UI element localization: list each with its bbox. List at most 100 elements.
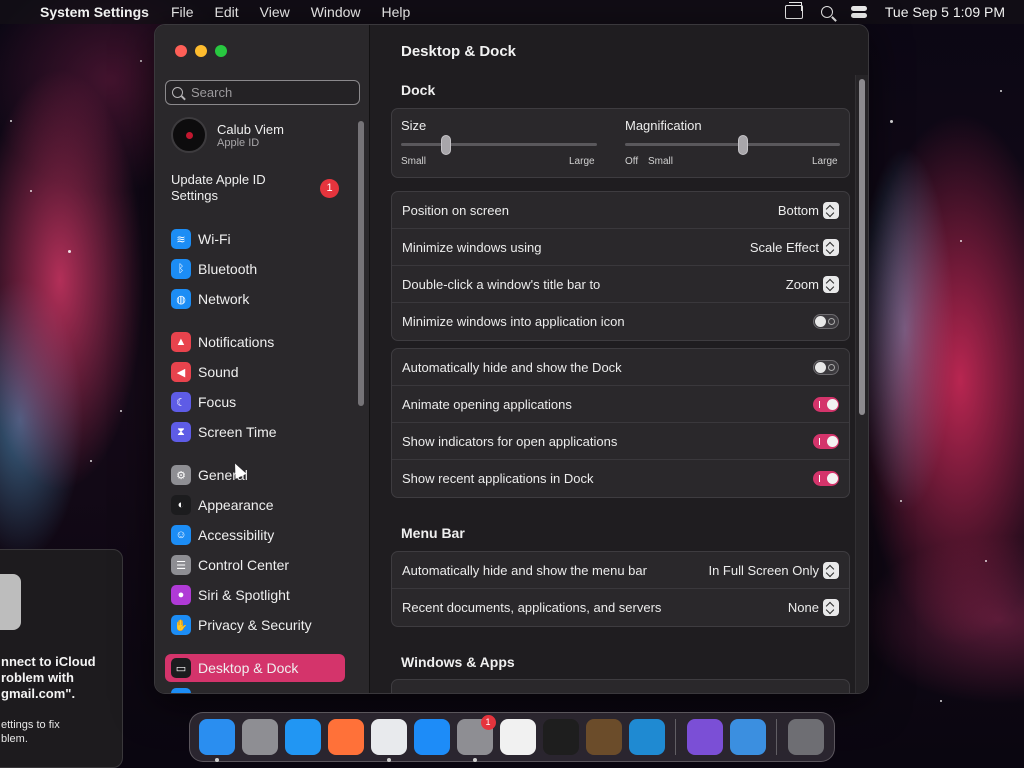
autohide-dock-row: Automatically hide and show the Dock — [392, 349, 849, 386]
globe-icon: ◍ — [171, 289, 191, 309]
sidebar-item-label: Screen Time — [198, 424, 277, 440]
display-icon: ☀ — [171, 688, 191, 693]
sidebar-item-focus[interactable]: ☾ Focus — [165, 388, 345, 416]
moon-icon: ☾ — [171, 392, 191, 412]
minimize-button[interactable] — [195, 45, 207, 57]
trash-icon[interactable] — [787, 719, 824, 755]
menu-view[interactable]: View — [260, 4, 290, 20]
instruments-icon[interactable] — [585, 719, 622, 755]
sidebar-item-desktop-dock[interactable]: ▭ Desktop & Dock — [165, 654, 345, 682]
position-popup[interactable]: Bottom — [778, 201, 839, 219]
running-indicator — [386, 758, 391, 762]
sidebar-item-label: Notifications — [198, 334, 275, 350]
magnification-label: Magnification — [625, 118, 702, 133]
sidebar-item-label: Wi-Fi — [198, 231, 231, 247]
running-indicator — [472, 758, 477, 762]
show-indicators-toggle[interactable] — [813, 433, 839, 449]
sidebar-item-accessibility[interactable]: ☺ Accessibility — [165, 521, 345, 549]
popup-value: In Full Screen Only — [708, 562, 819, 578]
recent-documents-popup[interactable]: None — [788, 599, 839, 616]
content-scrollbar[interactable] — [859, 79, 865, 415]
sidebar-item-siri-spotlight[interactable]: ● Siri & Spotlight — [165, 581, 345, 609]
menu-bar-card: Automatically hide and show the menu bar… — [391, 551, 850, 627]
menu-window[interactable]: Window — [311, 4, 361, 20]
menu-edit[interactable]: Edit — [215, 4, 239, 20]
finder-icon[interactable] — [198, 719, 235, 762]
sidebar-item-sound[interactable]: ◀ Sound — [165, 358, 345, 386]
sidebar-item-label: Siri & Spotlight — [198, 587, 290, 603]
bluetooth-icon: ᛒ — [171, 259, 191, 279]
zoom-button[interactable] — [215, 45, 227, 57]
close-button[interactable] — [175, 45, 187, 57]
system-settings-icon[interactable]: 1 — [456, 715, 496, 762]
show-recent-apps-toggle[interactable] — [813, 471, 839, 486]
row-label: Minimize windows using — [402, 239, 542, 255]
double-click-popup[interactable]: Zoom — [786, 275, 839, 293]
sidebar-item-bluetooth[interactable]: ᛒ Bluetooth — [165, 255, 345, 283]
spotlight-search-icon[interactable] — [820, 6, 833, 18]
sidebar-item-wi-fi[interactable]: ≋ Wi-Fi — [165, 225, 345, 253]
row-label: Show recent applications in Dock — [402, 471, 594, 486]
popup-value: Scale Effect — [749, 239, 819, 255]
appearance-icon: ◐ — [171, 495, 191, 515]
popup-value: None — [787, 600, 819, 615]
sidebar-list: Calub Viem Apple ID Update Apple ID Sett… — [155, 117, 370, 693]
magnification-slider-knob[interactable] — [738, 135, 749, 155]
sidebar-item-network[interactable]: ◍ Network — [165, 285, 345, 313]
chevron-updown-icon — [823, 201, 839, 219]
accessibility-icon: ☺ — [171, 525, 191, 545]
animate-opening-toggle[interactable] — [813, 396, 839, 412]
bell-icon: ▲ — [171, 332, 191, 352]
terminal-icon[interactable] — [542, 719, 579, 755]
window-controls — [175, 45, 227, 57]
chrome-icon[interactable] — [370, 719, 407, 762]
minimize-into-app-icon-toggle[interactable] — [813, 314, 839, 329]
safari-icon[interactable] — [284, 719, 321, 755]
magnification-slider-track[interactable] — [625, 143, 840, 146]
menu-app-name[interactable]: System Settings — [40, 4, 149, 20]
section-title-windows-apps: Windows & Apps — [401, 654, 515, 670]
sidebar-item-general[interactable]: ⚙ General — [165, 461, 345, 489]
textedit-icon[interactable] — [499, 719, 536, 755]
sidebar-item-notifications[interactable]: ▲ Notifications — [165, 328, 345, 356]
notification-title: nnect to iCloud roblem with gmail.com". — [1, 654, 96, 701]
sidebar-item-label: Network — [198, 291, 250, 307]
size-slider-track[interactable] — [401, 143, 597, 146]
chevron-updown-icon — [823, 238, 839, 256]
show-indicators-row: Show indicators for open applications — [392, 423, 849, 460]
sidebar-item-label: Bluetooth — [198, 261, 258, 277]
sidebar-item-label: Displays — [198, 690, 251, 693]
menu-file[interactable]: File — [171, 4, 194, 20]
windows-apps-card — [391, 679, 850, 693]
sidebar-item-control-center[interactable]: ☰ Control Center — [165, 551, 345, 579]
search-field[interactable] — [165, 80, 360, 105]
launchpad-icon[interactable] — [241, 719, 278, 755]
double-click-title-bar-row: Double-click a window's title bar to Zoo… — [392, 266, 849, 303]
menu-bar: System Settings File Edit View Window He… — [0, 0, 1024, 24]
sidebar: Calub Viem Apple ID Update Apple ID Sett… — [155, 25, 370, 693]
menu-clock[interactable]: Tue Sep 5 1:09 PM — [885, 4, 1005, 20]
visual-studio-icon[interactable] — [686, 719, 723, 755]
control-center-icon[interactable] — [850, 5, 867, 19]
running-indicator — [214, 758, 219, 762]
dock: 1 — [189, 712, 835, 762]
menu-help[interactable]: Help — [382, 4, 411, 20]
screen-mirroring-icon[interactable] — [784, 2, 803, 19]
size-slider-knob[interactable] — [441, 135, 452, 155]
autohide-dock-toggle[interactable] — [813, 359, 839, 375]
app-store-icon[interactable] — [413, 719, 450, 755]
search-input[interactable] — [191, 85, 351, 100]
sidebar-item-displays[interactable]: ☀ Displays — [165, 684, 345, 693]
vscode-icon[interactable] — [628, 719, 665, 755]
sidebar-item-appearance[interactable]: ◐ Appearance — [165, 491, 345, 519]
weather-icon[interactable] — [729, 719, 766, 755]
row-label: Minimize windows into application icon — [402, 314, 625, 329]
sidebar-item-privacy-security[interactable]: ✋ Privacy & Security — [165, 611, 345, 639]
minimize-effect-popup[interactable]: Scale Effect — [749, 238, 839, 256]
sidebar-item-screen-time[interactable]: ⧗ Screen Time — [165, 418, 345, 446]
firefox-icon[interactable] — [327, 719, 364, 755]
apple-id-account[interactable]: Calub Viem Apple ID — [171, 117, 284, 153]
dock-separator — [776, 719, 777, 755]
autohide-menubar-popup[interactable]: In Full Screen Only — [708, 561, 839, 579]
sidebar-scrollbar[interactable] — [358, 121, 364, 406]
